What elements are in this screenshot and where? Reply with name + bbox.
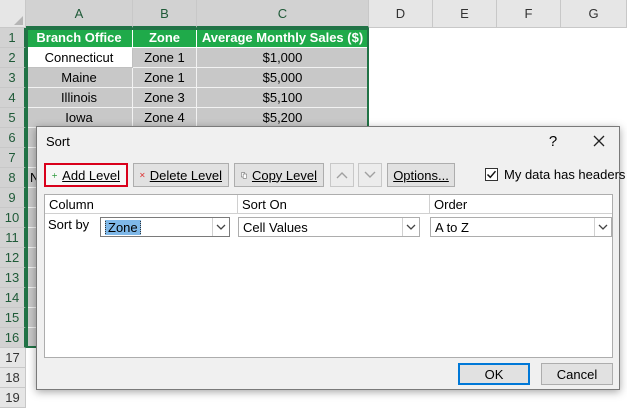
column-header-g[interactable]: G (561, 0, 627, 28)
chevron-up-icon (336, 172, 348, 179)
column-header-d[interactable]: D (369, 0, 433, 28)
row-header-19[interactable]: 19 (0, 388, 26, 408)
cell-a4[interactable]: Illinois (26, 88, 133, 108)
cell-header-zone[interactable]: Zone (133, 28, 197, 48)
options-label: Options... (393, 167, 449, 183)
cell-header-branch-office[interactable]: Branch Office (26, 28, 133, 48)
row-header-1[interactable]: 1 (0, 28, 26, 48)
sort-on-value: Cell Values (243, 219, 308, 235)
order-value: A to Z (435, 219, 469, 235)
row-header-8[interactable]: 8 (0, 168, 26, 188)
row-header-6[interactable]: 6 (0, 128, 26, 148)
delete-level-button[interactable]: Delete Level (133, 163, 229, 187)
row-header-2[interactable]: 2 (0, 48, 26, 68)
chevron-down-icon (598, 224, 608, 230)
row-header-14[interactable]: 14 (0, 288, 26, 308)
chevron-down-icon (406, 224, 416, 230)
cell-c4[interactable]: $5,100 (197, 88, 369, 108)
copy-level-label: Copy Level (251, 167, 317, 183)
select-all-corner[interactable] (0, 0, 26, 28)
help-button[interactable]: ? (543, 131, 563, 151)
ok-button[interactable]: OK (458, 363, 530, 385)
sort-dialog: Sort ? Add Level Delete Level Copy Level… (36, 126, 625, 390)
add-level-button[interactable]: Add Level (44, 163, 128, 187)
cell-b4[interactable]: Zone 3 (133, 88, 197, 108)
cancel-button[interactable]: Cancel (541, 363, 613, 385)
plus-icon (52, 172, 57, 178)
chevron-down-icon (364, 171, 376, 178)
dialog-title: Sort (46, 134, 70, 149)
x-icon (140, 172, 145, 178)
cell-b3[interactable]: Zone 1 (133, 68, 197, 88)
column-header-e[interactable]: E (433, 0, 497, 28)
cell-c2[interactable]: $1,000 (197, 48, 369, 68)
cell-a2[interactable]: Connecticut (26, 48, 133, 68)
column-header-a[interactable]: A (26, 0, 133, 28)
column-header-f[interactable]: F (497, 0, 561, 28)
cell-a5[interactable]: Iowa (26, 108, 133, 128)
sort-column-dropdown[interactable]: Zone (100, 217, 230, 237)
dropdown-arrow[interactable] (594, 218, 611, 236)
row-header-15[interactable]: 15 (0, 308, 26, 328)
cell-c5[interactable]: $5,200 (197, 108, 369, 128)
cell-c3[interactable]: $5,000 (197, 68, 369, 88)
sort-levels-grid: Column Sort On Order Sort by Zone Cell V… (44, 194, 613, 358)
row-header-5[interactable]: 5 (0, 108, 26, 128)
sort-by-label: Sort by (48, 217, 90, 232)
copy-icon (241, 172, 247, 178)
row-header-9[interactable]: 9 (0, 188, 26, 208)
close-button[interactable] (587, 129, 611, 153)
row-header-3[interactable]: 3 (0, 68, 26, 88)
copy-level-button[interactable]: Copy Level (234, 163, 324, 187)
order-dropdown[interactable]: A to Z (430, 217, 612, 237)
row-header-12[interactable]: 12 (0, 248, 26, 268)
options-button[interactable]: Options... (387, 163, 455, 187)
row-header-13[interactable]: 13 (0, 268, 26, 288)
checkbox-box[interactable] (485, 168, 498, 181)
cell-b2[interactable]: Zone 1 (133, 48, 197, 68)
move-down-button[interactable] (358, 163, 382, 187)
close-icon (593, 135, 605, 147)
row-header-10[interactable]: 10 (0, 208, 26, 228)
column-header-sort-on: Sort On (238, 195, 430, 214)
row-header-11[interactable]: 11 (0, 228, 26, 248)
delete-level-label: Delete Level (149, 167, 222, 183)
my-data-has-headers-checkbox[interactable]: My data has headers (485, 167, 625, 182)
my-data-has-headers-label: My data has headers (504, 167, 626, 182)
column-header-order: Order (430, 195, 612, 214)
add-level-label: Add Level (62, 167, 120, 183)
sort-column-value: Zone (105, 219, 141, 235)
move-up-button[interactable] (330, 163, 354, 187)
cell-a3[interactable]: Maine (26, 68, 133, 88)
column-header-column: Column (45, 195, 238, 214)
row-header-4[interactable]: 4 (0, 88, 26, 108)
column-header-b[interactable]: B (133, 0, 197, 28)
chevron-down-icon (216, 224, 226, 230)
cell-b5[interactable]: Zone 4 (133, 108, 197, 128)
row-header-7[interactable]: 7 (0, 148, 26, 168)
row-header-17[interactable]: 17 (0, 348, 26, 368)
column-header-c[interactable]: C (197, 0, 369, 28)
dropdown-arrow[interactable] (402, 218, 419, 236)
sort-on-dropdown[interactable]: Cell Values (238, 217, 420, 237)
row-header-18[interactable]: 18 (0, 368, 26, 388)
cell-header-avg-sales[interactable]: Average Monthly Sales ($) (197, 28, 369, 48)
checkmark-icon (486, 170, 497, 179)
row-header-16[interactable]: 16 (0, 328, 26, 348)
dropdown-arrow[interactable] (212, 218, 229, 236)
